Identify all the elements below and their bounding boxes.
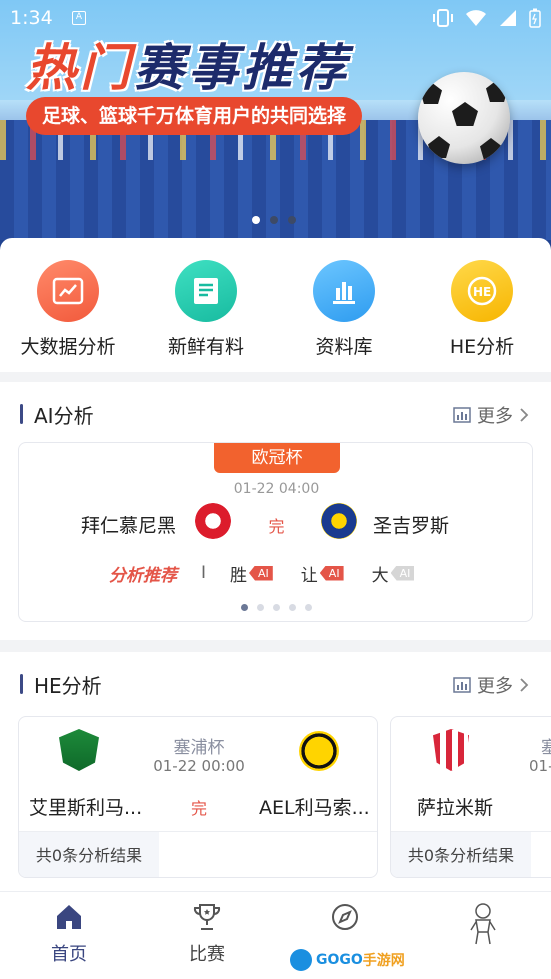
section-title: AI分析 — [34, 404, 94, 428]
banner-pagination — [252, 216, 296, 224]
he-icon: HE — [451, 260, 513, 322]
away-team-name: 圣吉罗斯 — [373, 515, 450, 537]
document-icon — [175, 260, 237, 322]
banner-title-highlight: 热门 — [26, 39, 134, 97]
battery-icon — [529, 8, 541, 33]
pick-label: 让 — [300, 565, 318, 586]
competition-badge: 欧冠杯 — [214, 443, 340, 473]
salamis-crest-icon — [433, 729, 469, 771]
nav-discover[interactable] — [295, 902, 395, 932]
vibrate-icon — [433, 9, 453, 32]
bars-icon — [313, 260, 375, 322]
nav-label: 比赛 — [189, 944, 225, 965]
quick-item-label: 新鲜有料 — [167, 336, 244, 358]
section-accent-bar — [20, 674, 23, 694]
quick-item-database[interactable]: 资料库 — [284, 260, 404, 359]
he-match-card[interactable]: 塞 01- 萨拉米斯 共0条分析结果 — [390, 716, 551, 878]
status-time: 1:34 — [10, 7, 53, 29]
quick-item-fresh-news[interactable]: 新鲜有料 — [146, 260, 266, 359]
section-header: AI分析 更多 — [0, 382, 551, 444]
ai-tag: AI — [249, 565, 273, 581]
soccer-ball-icon — [418, 72, 510, 164]
section-accent-bar — [20, 404, 23, 424]
pagination-dot[interactable] — [288, 216, 296, 224]
ael-crest-icon — [299, 731, 339, 771]
nav-home[interactable]: 首页 — [19, 902, 119, 966]
wifi-icon — [465, 9, 487, 32]
pagination-dot[interactable] — [273, 604, 280, 611]
banner-title: 热门赛事推荐 — [26, 28, 350, 100]
notification-a-icon: A — [72, 11, 86, 25]
stats-icon — [453, 407, 471, 423]
svg-text:HE: HE — [473, 285, 491, 299]
union-sg-crest-icon — [321, 503, 357, 539]
he-match-card[interactable]: 塞浦杯 01-22 00:00 艾里斯利马... 完 AEL利马索... 共0条… — [18, 716, 378, 878]
quick-item-label: 资料库 — [315, 336, 373, 358]
gogo-logo-icon — [290, 949, 312, 971]
match-status: 完 — [268, 517, 285, 536]
bar-chart-icon — [37, 260, 99, 322]
trophy-icon — [193, 904, 221, 930]
separator: I — [201, 563, 207, 583]
quick-item-label: 大数据分析 — [20, 336, 116, 358]
chevron-right-icon — [520, 408, 529, 422]
pick-label: 大 — [371, 565, 389, 586]
he-analysis-section: HE分析 更多 塞浦杯 01-22 00:00 艾里斯利马... 完 AEL利马… — [0, 652, 551, 892]
home-team-name: 萨拉米斯 — [417, 797, 494, 819]
pagination-dot[interactable] — [289, 604, 296, 611]
nav-matches[interactable]: 比赛 — [157, 902, 257, 966]
status-icons — [433, 8, 541, 33]
match-time: 01-22 04:00 — [233, 481, 320, 497]
banner-subtitle: 足球、篮球千万体育用户的共同选择 — [26, 97, 363, 135]
section-title: HE分析 — [34, 674, 102, 698]
bottom-nav: 首页 比赛 — [0, 891, 551, 979]
quick-menu: 大数据分析 新鲜有料 资料库 HE HE分析 — [0, 238, 551, 372]
section-header: HE分析 更多 — [0, 652, 551, 714]
quick-item-he-analysis[interactable]: HE HE分析 — [422, 260, 542, 359]
watermark-brand: GOGO — [316, 952, 363, 968]
ai-tag: AI — [390, 565, 415, 581]
signal-icon — [499, 9, 517, 32]
pagination-dot[interactable] — [252, 216, 260, 224]
compass-icon — [332, 904, 358, 930]
card-pagination — [241, 604, 312, 611]
pick-handicap: 让 AI — [301, 561, 344, 586]
ai-tag: AI — [319, 565, 344, 581]
analysis-result-count[interactable]: 共0条分析结果 — [19, 832, 159, 877]
watermark: GOGO 手游网 — [290, 948, 405, 972]
competition-name: 塞 — [541, 733, 551, 758]
match-time: 01- — [529, 757, 551, 775]
profile-icon — [470, 903, 496, 945]
ai-analysis-section: AI分析 更多 欧冠杯 01-22 04:00 拜仁慕尼黑 完 圣吉罗斯 分析推… — [0, 382, 551, 640]
pagination-dot[interactable] — [305, 604, 312, 611]
analysis-result-count[interactable]: 共0条分析结果 — [391, 832, 531, 877]
ai-match-card[interactable]: 欧冠杯 01-22 04:00 拜仁慕尼黑 完 圣吉罗斯 分析推荐 I 胜 AI … — [18, 442, 533, 622]
hero-banner[interactable]: 1:34 A 热门赛事推荐 足球、篮球千万体育用户的共同选择 — [0, 0, 551, 250]
more-label: 更多 — [477, 406, 513, 427]
more-link[interactable]: 更多 — [453, 402, 529, 428]
card-footer: 共0条分析结果 — [19, 831, 377, 877]
card-footer: 共0条分析结果 — [391, 831, 551, 877]
pagination-dot[interactable] — [257, 604, 264, 611]
chevron-right-icon — [520, 678, 529, 692]
pick-win: 胜 AI — [230, 561, 273, 586]
home-icon — [57, 905, 81, 929]
pagination-dot[interactable] — [241, 604, 248, 611]
quick-item-label: HE分析 — [449, 336, 515, 358]
banner-title-rest: 赛事推荐 — [134, 39, 350, 97]
pagination-dot[interactable] — [270, 216, 278, 224]
more-label: 更多 — [477, 676, 513, 697]
more-link[interactable]: 更多 — [453, 672, 529, 698]
watermark-brand-suffix: 手游网 — [362, 953, 405, 969]
recommend-label: 分析推荐 — [109, 565, 177, 586]
stats-icon — [453, 677, 471, 693]
pick-over: 大 AI — [372, 561, 415, 586]
analysis-recommendation-row: 分析推荐 I 胜 AI 让 AI 大 AI — [109, 561, 442, 586]
nav-label: 首页 — [51, 944, 87, 965]
nav-profile[interactable] — [433, 902, 533, 946]
quick-item-big-data[interactable]: 大数据分析 — [8, 260, 128, 359]
away-team-name: AEL利马索... — [259, 797, 370, 819]
pick-label: 胜 — [230, 565, 248, 586]
